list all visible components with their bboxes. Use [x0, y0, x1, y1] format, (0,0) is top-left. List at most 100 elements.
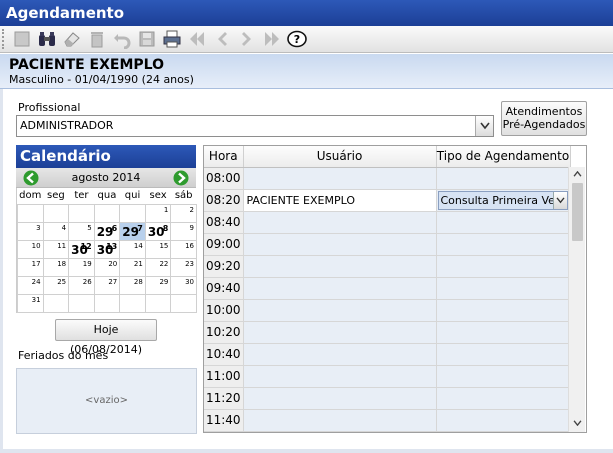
- calendar-day[interactable]: 9: [170, 221, 197, 241]
- first-button[interactable]: [185, 28, 209, 50]
- help-button[interactable]: ?: [285, 28, 309, 50]
- clear-button[interactable]: [60, 28, 84, 50]
- calendar-day[interactable]: 3: [17, 221, 44, 241]
- table-row[interactable]: 11:00: [204, 365, 571, 388]
- calendar-day[interactable]: 14: [119, 239, 146, 259]
- calendar-day[interactable]: 13 30: [93, 239, 121, 259]
- profissional-dropdown[interactable]: [475, 116, 493, 136]
- calendar-day[interactable]: 12 30: [68, 239, 95, 259]
- print-button[interactable]: [160, 28, 184, 50]
- calendar-day[interactable]: 23: [170, 257, 197, 277]
- col-header-usuario[interactable]: Usuário: [243, 146, 437, 168]
- usuario-cell[interactable]: [243, 387, 437, 410]
- tipo-cell[interactable]: [436, 211, 571, 234]
- next-month-icon[interactable]: [173, 170, 189, 186]
- table-row[interactable]: 09:40: [204, 277, 571, 300]
- scroll-up-button[interactable]: [569, 167, 586, 181]
- calendar-day[interactable]: 4: [42, 221, 70, 241]
- usuario-cell[interactable]: [243, 255, 437, 278]
- usuario-cell[interactable]: [243, 211, 437, 234]
- calendar-day[interactable]: 18: [42, 257, 70, 277]
- calendar-day[interactable]: 11: [42, 239, 70, 259]
- calendar-day[interactable]: 30: [170, 275, 197, 295]
- table-row[interactable]: 11:20: [204, 387, 571, 410]
- delete-button[interactable]: [85, 28, 109, 50]
- usuario-cell[interactable]: [243, 277, 437, 300]
- last-button[interactable]: [260, 28, 284, 50]
- calendar-day[interactable]: [170, 293, 197, 313]
- usuario-cell[interactable]: [243, 299, 437, 322]
- calendar-day[interactable]: 17: [17, 257, 44, 277]
- calendar-day[interactable]: [42, 293, 70, 313]
- calendar-day[interactable]: 10: [17, 239, 44, 259]
- tipo-agendamento-dropdown[interactable]: [552, 191, 567, 209]
- tipo-cell[interactable]: [436, 343, 571, 366]
- calendar-day[interactable]: [144, 293, 172, 313]
- schedule-scrollbar[interactable]: [568, 167, 585, 432]
- table-row[interactable]: 08:00: [204, 167, 571, 190]
- prev-button[interactable]: [210, 28, 234, 50]
- calendar-day[interactable]: 25: [42, 275, 70, 295]
- table-row[interactable]: 09:00: [204, 233, 571, 256]
- save-button[interactable]: [135, 28, 159, 50]
- calendar-day[interactable]: [119, 293, 146, 313]
- usuario-cell[interactable]: [243, 343, 437, 366]
- prev-month-icon[interactable]: [23, 170, 39, 186]
- tipo-cell[interactable]: [436, 255, 571, 278]
- tipo-cell[interactable]: [436, 321, 571, 344]
- calendar-day[interactable]: 31: [17, 293, 44, 313]
- calendar-day[interactable]: 24: [17, 275, 44, 295]
- tipo-cell[interactable]: [436, 365, 571, 388]
- calendar-day[interactable]: 1: [144, 203, 172, 223]
- scroll-down-button[interactable]: [569, 416, 586, 430]
- calendar-day[interactable]: 19: [68, 257, 95, 277]
- profissional-select[interactable]: ADMINISTRADOR: [16, 115, 494, 137]
- col-header-hora[interactable]: Hora: [204, 146, 244, 168]
- table-row[interactable]: 11:40: [204, 409, 571, 432]
- calendar-day[interactable]: 28: [119, 275, 146, 295]
- calendar-day-today[interactable]: 7 29: [119, 221, 146, 241]
- calendar-day[interactable]: 6 29: [93, 221, 121, 241]
- calendar-day[interactable]: 15: [144, 239, 172, 259]
- usuario-cell[interactable]: [243, 409, 437, 432]
- usuario-cell[interactable]: [243, 233, 437, 256]
- usuario-cell[interactable]: PACIENTE EXEMPLO: [243, 189, 437, 212]
- calendar-day[interactable]: 21: [119, 257, 146, 277]
- tipo-agendamento-select[interactable]: Consulta Primeira Vez: [437, 190, 568, 210]
- calendar-day[interactable]: 27: [93, 275, 121, 295]
- tipo-cell[interactable]: [436, 167, 571, 190]
- today-button[interactable]: Hoje (06/08/2014): [55, 319, 157, 356]
- table-row[interactable]: 10:00: [204, 299, 571, 322]
- tipo-cell[interactable]: [436, 233, 571, 256]
- tipo-cell[interactable]: [436, 299, 571, 322]
- toolbar-grip[interactable]: [2, 29, 6, 49]
- calendar-day[interactable]: 16: [170, 239, 197, 259]
- table-row[interactable]: 10:20: [204, 321, 571, 344]
- pre-agendados-button[interactable]: Atendimentos Pré-Agendados: [501, 101, 587, 136]
- table-row[interactable]: 08:20 PACIENTE EXEMPLO Consulta Primeira…: [204, 189, 571, 212]
- usuario-cell[interactable]: [243, 321, 437, 344]
- scroll-thumb[interactable]: [572, 183, 583, 241]
- usuario-cell[interactable]: [243, 365, 437, 388]
- col-header-tipo[interactable]: Tipo de Agendamento: [436, 146, 571, 168]
- calendar-day[interactable]: 2: [170, 203, 197, 223]
- calendar-day[interactable]: 26: [68, 275, 95, 295]
- table-row[interactable]: 09:20: [204, 255, 571, 278]
- find-button[interactable]: [35, 28, 59, 50]
- tipo-cell[interactable]: [436, 387, 571, 410]
- calendar-day[interactable]: 5: [68, 221, 95, 241]
- table-row[interactable]: 10:40: [204, 343, 571, 366]
- new-button[interactable]: [10, 28, 34, 50]
- calendar-day[interactable]: 22: [144, 257, 172, 277]
- usuario-cell[interactable]: [243, 167, 437, 190]
- table-row[interactable]: 08:40: [204, 211, 571, 234]
- tipo-cell[interactable]: [436, 409, 571, 432]
- calendar-day[interactable]: [68, 293, 95, 313]
- tipo-cell[interactable]: [436, 277, 571, 300]
- calendar-day[interactable]: 20: [93, 257, 121, 277]
- calendar-day[interactable]: 29: [144, 275, 172, 295]
- next-button[interactable]: [235, 28, 259, 50]
- tipo-cell[interactable]: Consulta Primeira Vez: [436, 189, 571, 212]
- calendar-day[interactable]: 8 30: [144, 221, 172, 241]
- calendar-day[interactable]: [93, 293, 121, 313]
